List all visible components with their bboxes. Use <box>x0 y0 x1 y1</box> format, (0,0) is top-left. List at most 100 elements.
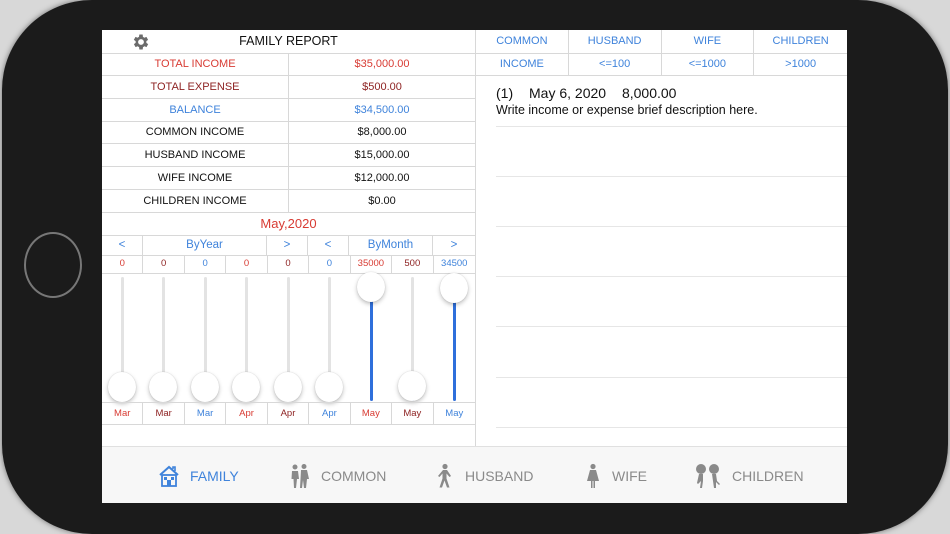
list-divider <box>496 126 847 127</box>
summary-row: HUSBAND INCOME $15,000.00 <box>102 144 475 168</box>
tab-husband[interactable]: HUSBAND <box>435 447 533 503</box>
tab-children-label: CHILDREN <box>732 467 804 484</box>
house-icon <box>159 465 179 487</box>
list-divider <box>496 226 847 227</box>
filter-tab-1000[interactable]: >1000 <box>754 53 847 75</box>
summary-label: HUSBAND INCOME <box>144 149 246 162</box>
bar-value: 0 <box>226 255 268 273</box>
bar-slider[interactable] <box>434 273 475 402</box>
bar-month-label: Apr <box>309 403 351 424</box>
bar-value: 0 <box>268 255 310 273</box>
summary-row: TOTAL INCOME $35,000.00 <box>102 53 475 76</box>
bar-value: 0 <box>309 255 351 273</box>
period-navigation: < ByYear > < ByMonth > <box>102 235 475 256</box>
summary-row: WIFE INCOME $12,000.00 <box>102 167 475 190</box>
filter-tab-1000[interactable]: <=1000 <box>662 53 755 75</box>
bar-month-label: Apr <box>226 403 268 424</box>
bar-month-label: May <box>445 408 464 419</box>
summary-label: TOTAL EXPENSE <box>150 80 240 93</box>
category-tab-children[interactable]: CHILDREN <box>754 30 847 53</box>
summary-row: CHILDREN INCOME $0.00 <box>102 189 475 213</box>
tab-husband-label: HUSBAND <box>465 467 534 484</box>
bar-month-labels: Mar Mar Mar Apr Apr Apr May May May <box>102 402 475 425</box>
summary-value: $500.00 <box>362 80 402 93</box>
bar-value: 0 <box>143 255 185 273</box>
app-screen: FAMILY REPORT TOTAL INCOME $35,000.00 TOTA… <box>102 30 847 503</box>
tab-children[interactable]: CHILDREN <box>694 447 804 503</box>
family-report-panel: FAMILY REPORT TOTAL INCOME $35,000.00 TOTA… <box>102 30 476 446</box>
bar-slider[interactable] <box>309 273 350 402</box>
prev-year-button[interactable]: < <box>102 235 143 255</box>
bar-value: 0 <box>185 255 227 273</box>
man-walking-icon <box>438 463 451 487</box>
slider-thumb[interactable] <box>398 370 427 401</box>
list-divider <box>496 176 847 177</box>
entry-amount: 8,000.00 <box>621 85 677 101</box>
summary-value: $0.00 <box>368 194 396 207</box>
bar-value: 0 <box>102 255 144 273</box>
slider-thumb[interactable] <box>108 372 136 402</box>
list-divider <box>496 427 847 428</box>
slider-thumb[interactable] <box>149 372 178 402</box>
bar-slider[interactable] <box>143 273 184 402</box>
slider-thumb[interactable] <box>439 273 468 304</box>
entry-index: (1) <box>496 85 514 101</box>
entry-item[interactable]: (1) May 6, 2020 8,000.00 Write income or… <box>496 85 758 117</box>
slider-thumb[interactable] <box>315 372 344 402</box>
tab-family-label: FAMILY <box>190 467 239 484</box>
category-tab-wife[interactable]: WIFE <box>662 30 755 53</box>
tab-family[interactable]: FAMILY <box>158 447 239 503</box>
list-divider <box>496 326 847 327</box>
category-tab-common[interactable]: COMMON <box>476 30 569 53</box>
bar-slider[interactable] <box>351 272 392 402</box>
slider-fill <box>452 298 456 401</box>
summary-label: CHILDREN INCOME <box>143 194 247 207</box>
couple-icon <box>291 463 309 488</box>
by-month-button[interactable]: ByMonth <box>349 235 433 255</box>
bar-slider[interactable] <box>226 273 267 402</box>
filter-tab-100[interactable]: <=100 <box>569 53 662 75</box>
bar-sliders <box>102 272 475 402</box>
next-year-button[interactable]: > <box>267 235 308 255</box>
bar-value: 35000 <box>351 255 393 273</box>
bar-month-label: May <box>351 403 393 424</box>
bar-value: 34500 <box>441 258 468 269</box>
slider-thumb[interactable] <box>356 272 385 302</box>
bar-month-label: Mar <box>185 403 227 424</box>
summary-value: $12,000.00 <box>354 172 410 184</box>
summary-value: $15,000.00 <box>354 149 410 162</box>
entry-date: May 6, 2020 <box>529 85 607 101</box>
bar-value: 500 <box>392 255 434 273</box>
bar-slider[interactable] <box>102 273 143 402</box>
entries-panel: COMMON HUSBAND WIFE CHILDREN INCOME <=100 <=1… <box>476 30 847 446</box>
slider-thumb[interactable] <box>190 372 219 402</box>
summary-label: TOTAL INCOME <box>154 58 236 70</box>
slider-fill <box>369 296 373 401</box>
bar-slider[interactable] <box>268 273 309 402</box>
by-year-button[interactable]: ByYear <box>143 235 267 255</box>
tab-wife-label: WIFE <box>612 467 647 484</box>
slider-thumb[interactable] <box>232 372 261 402</box>
bar-slider[interactable] <box>185 273 226 402</box>
category-tabs: COMMON HUSBAND WIFE CHILDREN <box>476 30 847 54</box>
next-month-button[interactable]: > <box>433 235 475 255</box>
summary-row: COMMON INCOME $8,000.00 <box>102 121 475 145</box>
entry-description: Write income or expense brief descriptio… <box>496 103 758 117</box>
bottom-tab-bar: FAMILY COMMON HUSBAND WIFE CHILDREN <box>102 446 847 503</box>
slider-thumb[interactable] <box>273 372 302 402</box>
filter-tabs: INCOME <=100 <=1000 >1000 <box>476 53 847 76</box>
list-divider <box>496 377 847 378</box>
summary-row: BALANCE $34,500.00 <box>102 98 475 122</box>
list-divider <box>496 276 847 277</box>
tab-common[interactable]: COMMON <box>289 447 386 503</box>
tab-wife[interactable]: WIFE <box>584 447 647 503</box>
bar-month-label: May <box>392 403 434 424</box>
bar-slider[interactable] <box>392 273 433 402</box>
woman-icon <box>587 463 599 488</box>
summary-label: WIFE INCOME <box>157 172 233 184</box>
filter-tab-income[interactable]: INCOME <box>476 53 569 75</box>
bar-month-label: Apr <box>268 403 310 424</box>
prev-month-button[interactable]: < <box>308 235 349 255</box>
category-tab-husband[interactable]: HUSBAND <box>569 30 662 53</box>
home-button[interactable] <box>24 232 82 298</box>
